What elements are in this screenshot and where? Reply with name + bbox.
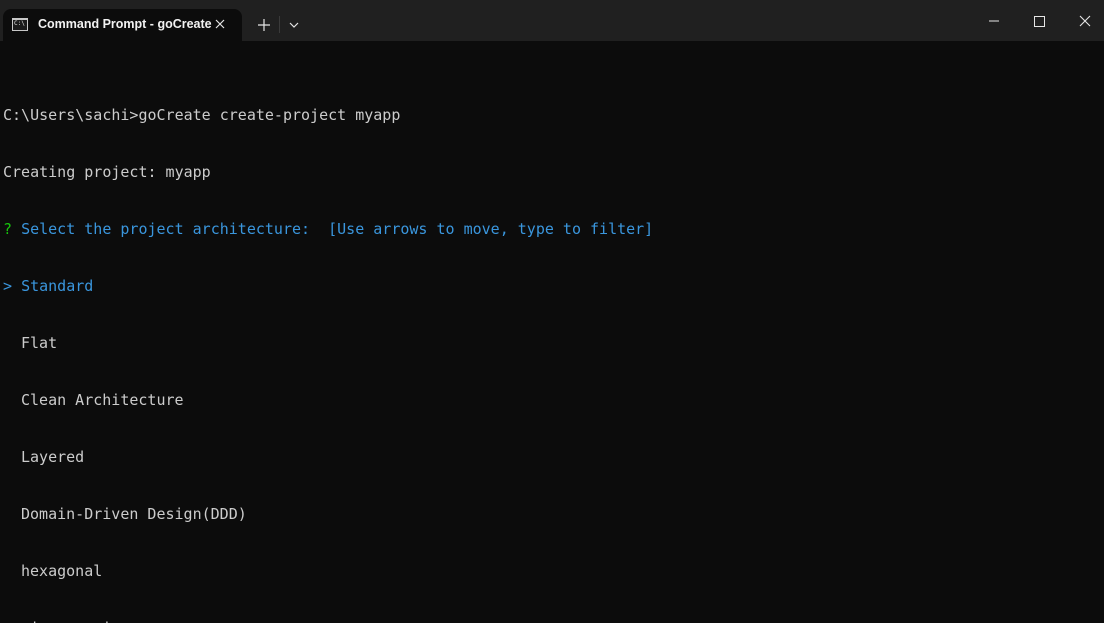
prompt-question-line: ? Select the project architecture: [Use … xyxy=(3,220,1098,239)
tab-title: Command Prompt - goCreate xyxy=(38,17,212,31)
command-prompt-icon: C:\ xyxy=(12,18,28,31)
option-item[interactable]: Clean Architecture xyxy=(3,391,1098,410)
command-prompt-icon-glyph: C:\ xyxy=(14,20,25,27)
close-icon xyxy=(1079,15,1091,27)
option-label: Standard xyxy=(21,277,94,295)
minimize-button[interactable] xyxy=(972,6,1016,36)
question-mark: ? xyxy=(3,220,13,238)
maximize-icon xyxy=(1034,16,1045,27)
selection-cursor: > xyxy=(3,277,13,295)
tab-command-prompt[interactable]: C:\ Command Prompt - goCreate xyxy=(3,9,242,41)
command-line: C:\Users\sachi>goCreate create-project m… xyxy=(3,106,401,124)
tab-divider xyxy=(279,16,280,33)
terminal-output[interactable]: C:\Users\sachi>goCreate create-project m… xyxy=(3,68,1098,623)
maximize-button[interactable] xyxy=(1017,6,1061,36)
option-selected[interactable]: > Standard xyxy=(3,277,1098,296)
window-close-button[interactable] xyxy=(1062,6,1104,36)
option-item[interactable]: Layered xyxy=(3,448,1098,467)
option-item[interactable]: microservices xyxy=(3,619,1098,623)
status-line: Creating project: myapp xyxy=(3,163,211,181)
tab-dropdown-button[interactable] xyxy=(282,13,306,37)
tab-close-button[interactable] xyxy=(211,15,229,33)
option-item[interactable]: Domain-Driven Design(DDD) xyxy=(3,505,1098,524)
new-tab-button[interactable] xyxy=(252,13,276,37)
minimize-icon xyxy=(989,20,999,22)
close-icon xyxy=(215,19,225,29)
question-hint: [Use arrows to move, type to filter] xyxy=(328,220,654,238)
option-item[interactable]: Flat xyxy=(3,334,1098,353)
chevron-down-icon xyxy=(289,22,299,28)
terminal-window: C:\ Command Prompt - goCreate C:\Users\s… xyxy=(0,0,1104,623)
title-bar: C:\ Command Prompt - goCreate xyxy=(0,0,1104,41)
question-text: Select the project architecture: xyxy=(21,220,311,238)
plus-icon xyxy=(258,19,270,31)
option-item[interactable]: hexagonal xyxy=(3,562,1098,581)
